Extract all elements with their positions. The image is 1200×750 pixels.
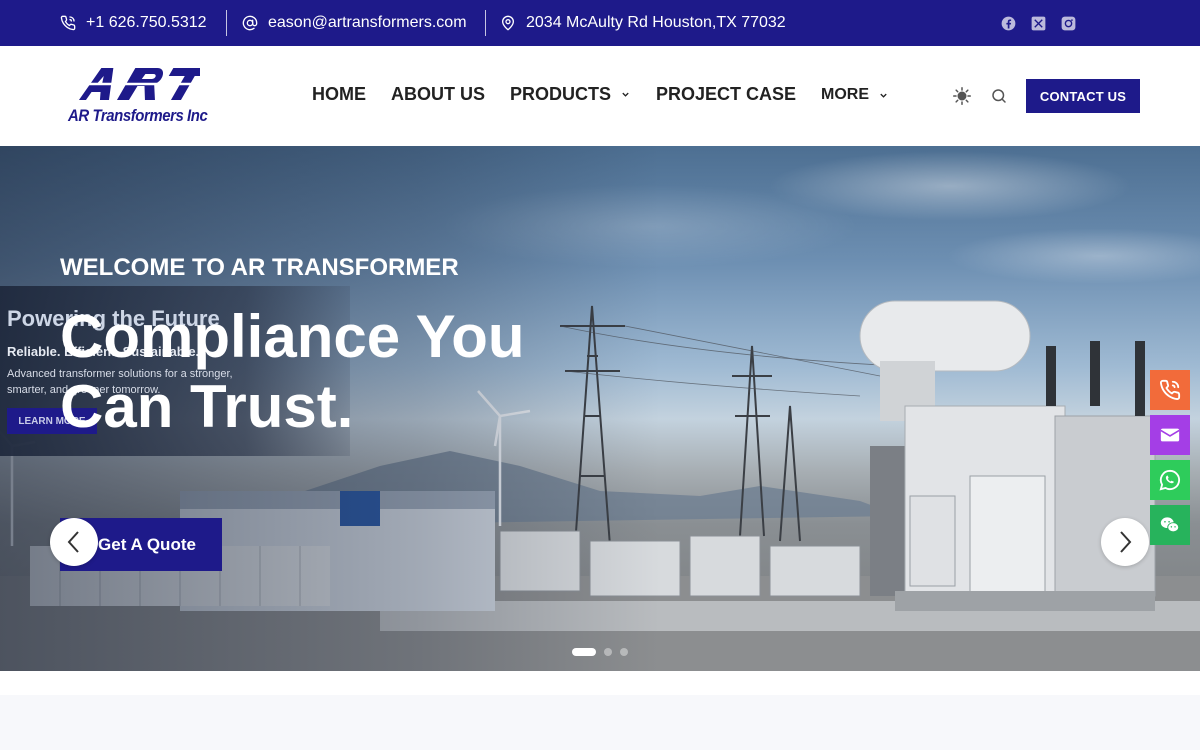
instagram-icon[interactable] [1060,15,1076,31]
divider [226,10,227,36]
nav-project-case[interactable]: PROJECT CASE [656,84,796,105]
theme-toggle-icon[interactable] [953,87,971,105]
nav-about-us[interactable]: ABOUT US [391,84,485,105]
nav-home-label: HOME [312,84,366,104]
slider-dot-1[interactable] [572,648,596,656]
address-contact[interactable]: 2034 McAulty Rd Houston,TX 77032 [500,0,786,46]
x-twitter-icon[interactable] [1030,15,1046,31]
email-contact[interactable]: eason@artransformers.com [242,0,467,46]
slider-dot-3[interactable] [620,648,628,656]
nav-project-case-label: PROJECT CASE [656,84,797,104]
hero-slider: Powering the Future Reliable. Efficient.… [0,146,1200,671]
phone-number: +1 626.750.5312 [86,14,207,31]
phone-contact[interactable]: +1 626.750.5312 [60,0,207,46]
slider-pagination [572,648,628,656]
slider-dot-2[interactable] [604,648,612,656]
site-logo[interactable]: AR Transformers Inc [66,66,208,128]
float-phone-button[interactable] [1150,370,1190,410]
main-header: AR Transformers Inc HOME ABOUT US PRODUC… [0,46,1200,146]
email-address: eason@artransformers.com [268,14,467,31]
float-mail-button[interactable] [1150,415,1190,455]
whatsapp-icon [1159,469,1181,491]
chevron-right-icon [1120,531,1132,553]
wechat-icon [1160,517,1180,533]
phone-icon [60,15,76,31]
contact-us-button[interactable]: CONTACT US [1026,79,1140,113]
slider-prev-button[interactable] [50,518,98,566]
hero-headline: Compliance You Can Trust. [60,303,525,440]
nav-products[interactable]: PRODUCTS [510,84,630,105]
street-address: 2034 McAulty Rd Houston,TX 77032 [526,14,786,31]
search-icon[interactable] [990,87,1008,105]
logo-wordmark: AR Transformers Inc [68,106,208,125]
art-logo-mark [78,68,200,100]
float-wechat-button[interactable] [1150,505,1190,545]
chevron-left-icon [67,531,79,553]
divider [485,10,486,36]
nav-about-us-label: ABOUT US [391,84,485,104]
float-whatsapp-button[interactable] [1150,460,1190,500]
phone-icon [1160,379,1181,400]
top-contact-bar: +1 626.750.5312 eason@artransformers.com… [0,0,1200,46]
nav-home[interactable]: HOME [312,84,366,105]
floating-contact-bar [1150,370,1190,550]
nav-products-label: PRODUCTS [510,84,612,104]
next-section-background [0,695,1200,750]
hero-eyebrow: WELCOME TO AR TRANSFORMER [60,254,459,281]
slider-next-button[interactable] [1101,518,1149,566]
location-pin-icon [500,15,516,31]
facebook-icon[interactable] [1000,15,1016,31]
nav-more-label: MORE [821,86,869,103]
chevron-down-icon [622,92,629,97]
chevron-down-icon [880,93,887,98]
mail-icon [1160,428,1180,442]
nav-more[interactable]: MORE [821,86,888,104]
at-sign-icon [242,15,258,31]
